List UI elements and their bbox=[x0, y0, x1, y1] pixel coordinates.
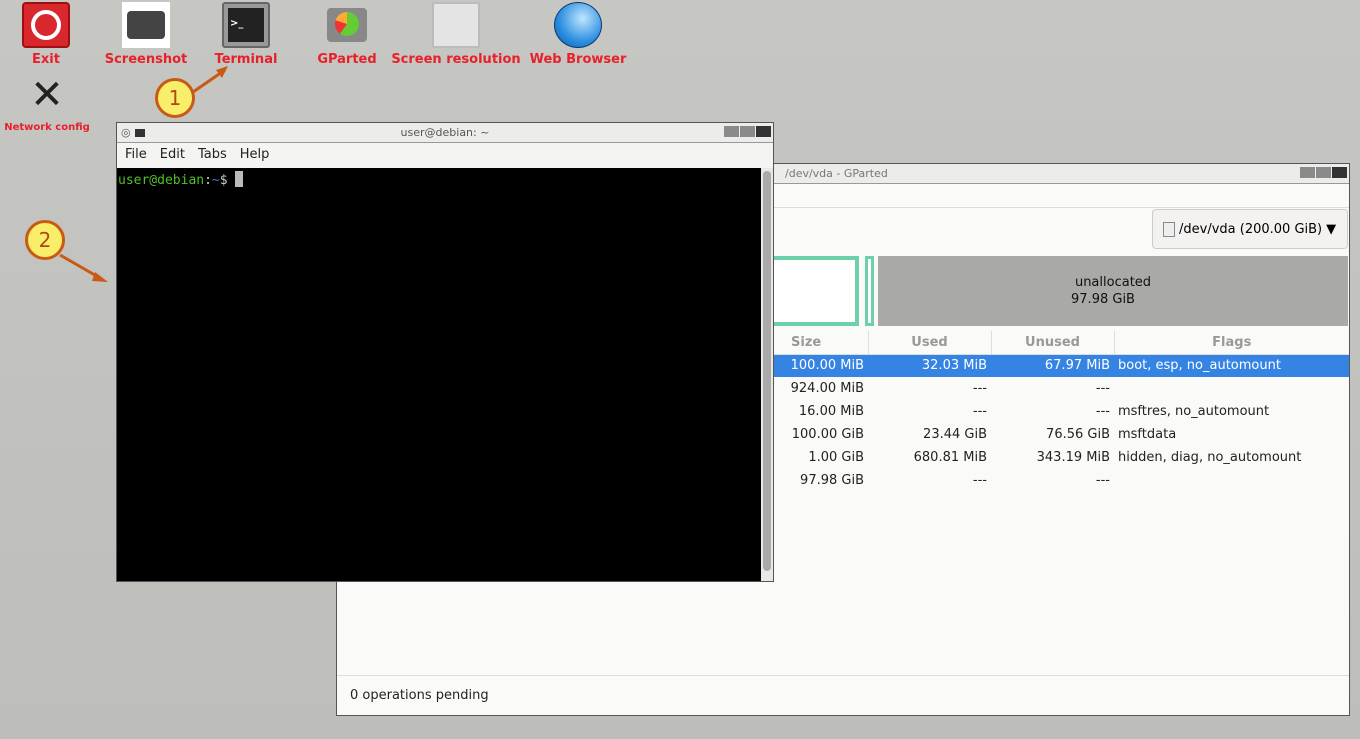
table-cell: --- bbox=[1095, 381, 1110, 396]
table-cell: --- bbox=[972, 473, 987, 488]
status-bar: 0 operations pending bbox=[337, 675, 1349, 715]
close-button[interactable] bbox=[756, 126, 771, 137]
table-cell: --- bbox=[1095, 404, 1110, 419]
monitor-icon bbox=[432, 2, 480, 48]
table-cell: hidden, diag, no_automount bbox=[1118, 450, 1302, 465]
disk-icon bbox=[323, 2, 371, 48]
menu-edit[interactable]: Edit bbox=[160, 147, 185, 164]
desktop-icon-web-browser[interactable]: Web Browser bbox=[526, 2, 630, 67]
cursor bbox=[235, 171, 244, 187]
table-cell: 16.00 MiB bbox=[798, 404, 864, 419]
table-row[interactable]: 1.00 GiB 680.81 MiB 343.19 MiB hidden, diag… bbox=[773, 446, 1349, 469]
close-button[interactable] bbox=[1332, 167, 1347, 178]
terminal-titlebar[interactable]: ◎ user@debian: ~ bbox=[117, 123, 773, 143]
table-row[interactable]: 100.00 GiB 23.44 GiB 76.56 GiB msftdata bbox=[773, 423, 1349, 446]
table-cell: 924.00 MiB bbox=[790, 381, 864, 396]
table-row[interactable]: 924.00 MiB --- --- bbox=[773, 377, 1349, 400]
table-cell: --- bbox=[972, 381, 987, 396]
table-cell bbox=[1114, 377, 1349, 400]
scrollbar[interactable] bbox=[761, 168, 773, 581]
table-cell: 67.97 MiB bbox=[1044, 358, 1110, 374]
table-cell: 100.00 GiB bbox=[791, 427, 864, 442]
menu-bar: File Edit Tabs Help bbox=[117, 143, 773, 168]
partition-map: unallocated 97.98 GiB bbox=[773, 256, 1349, 326]
table-cell: 680.81 MiB bbox=[913, 450, 987, 465]
device-selector[interactable]: /dev/vda (200.00 GiB) ▼ bbox=[1152, 209, 1348, 249]
maximize-button[interactable] bbox=[740, 126, 755, 137]
chevron-down-icon: ▼ bbox=[1326, 221, 1337, 237]
terminal-screen[interactable]: user@debian:~$ bbox=[117, 168, 761, 581]
table-cell: 97.98 GiB bbox=[800, 473, 864, 488]
table-cell: 343.19 MiB bbox=[1036, 450, 1110, 465]
table-cell: msftres, no_automount bbox=[1118, 404, 1270, 419]
table-cell: 100.00 MiB bbox=[790, 358, 864, 374]
table-cell: 76.56 GiB bbox=[1046, 427, 1110, 442]
table-cell: 23.44 GiB bbox=[923, 427, 987, 442]
menu-tabs[interactable]: Tabs bbox=[198, 147, 227, 164]
maximize-button[interactable] bbox=[1316, 167, 1331, 178]
partition-table: Size Used Unused Flags 100.00 MiB 32.03 M… bbox=[773, 331, 1349, 492]
table-cell bbox=[1114, 469, 1349, 492]
table-row[interactable]: 100.00 MiB 32.03 MiB 67.97 MiB boot, esp, n… bbox=[773, 354, 1349, 377]
menu-help[interactable]: Help bbox=[240, 147, 270, 164]
table-row[interactable]: 97.98 GiB --- --- bbox=[773, 469, 1349, 492]
globe-icon bbox=[554, 2, 602, 48]
desktop-icon-screen-resolution[interactable]: Screen resolution bbox=[386, 2, 526, 67]
table-cell: 1.00 GiB bbox=[808, 450, 864, 465]
desktop-icon-gparted[interactable]: GParted bbox=[312, 2, 382, 67]
table-cell: msftdata bbox=[1118, 427, 1177, 442]
terminal-window: ◎ user@debian: ~ File Edit Tabs Help user@de… bbox=[116, 122, 774, 582]
disk-icon bbox=[1163, 221, 1175, 237]
table-cell: --- bbox=[1095, 473, 1110, 488]
table-row[interactable]: 16.00 MiB --- --- msftres, no_automount bbox=[773, 400, 1349, 423]
table-cell: 32.03 MiB bbox=[921, 358, 987, 374]
table-cell: --- bbox=[972, 404, 987, 419]
menu-file[interactable]: File bbox=[125, 147, 147, 164]
table-header: Size Used Unused Flags bbox=[773, 331, 1349, 354]
minimize-button[interactable] bbox=[724, 126, 739, 137]
minimize-button[interactable] bbox=[1300, 167, 1315, 178]
table-cell: boot, esp, no_automount bbox=[1118, 358, 1281, 374]
unallocated-block[interactable]: unallocated 97.98 GiB bbox=[878, 256, 1348, 326]
